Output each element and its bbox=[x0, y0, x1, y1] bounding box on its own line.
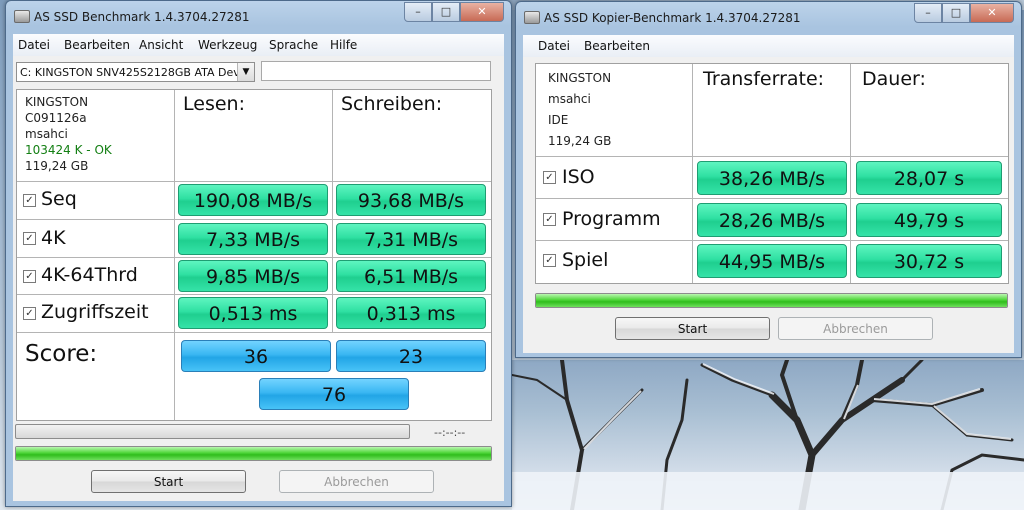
cancel-button[interactable]: Abbrechen bbox=[279, 470, 434, 493]
checkbox-checked-icon: ✓ bbox=[25, 233, 34, 244]
row-label-zugriffszeit: Zugriffszeit bbox=[41, 301, 149, 323]
copy-results-grid: KINGSTON msahci IDE 119,24 GB Transferra… bbox=[535, 63, 1009, 284]
copy-progress-bar bbox=[535, 293, 1008, 308]
row-label-4k64thrd: 4K-64Thrd bbox=[41, 264, 138, 286]
program-rate-value: 28,26 MB/s bbox=[697, 203, 847, 237]
elapsed-timer: --:--:-- bbox=[434, 426, 466, 439]
write-header: Schreiben: bbox=[341, 93, 443, 115]
close-button[interactable]: ✕ bbox=[460, 2, 504, 22]
4k64-checkbox[interactable]: ✓ bbox=[23, 270, 36, 283]
benchmark-client-area: Datei Bearbeiten Ansicht Werkzeug Sprach… bbox=[13, 34, 504, 501]
benchmark-titlebar[interactable]: AS SSD Benchmark 1.4.3704.27281 – □ ✕ bbox=[6, 1, 511, 29]
game-duration-value: 30,72 s bbox=[856, 244, 1002, 278]
menu-datei[interactable]: Datei bbox=[18, 38, 50, 52]
menu-bearbeiten[interactable]: Bearbeiten bbox=[64, 38, 130, 52]
checkbox-checked-icon: ✓ bbox=[25, 195, 34, 206]
checkbox-checked-icon: ✓ bbox=[545, 214, 554, 225]
transfer-rate-header: Transferrate: bbox=[703, 68, 825, 90]
start-button[interactable]: Start bbox=[615, 317, 770, 340]
drive-mode: IDE bbox=[548, 113, 569, 127]
window-title: AS SSD Benchmark 1.4.3704.27281 bbox=[34, 10, 250, 24]
menu-sprache[interactable]: Sprache bbox=[269, 38, 318, 52]
checkbox-checked-icon: ✓ bbox=[25, 308, 34, 319]
game-checkbox[interactable]: ✓ bbox=[543, 254, 556, 267]
checkbox-checked-icon: ✓ bbox=[545, 255, 554, 266]
seq-checkbox[interactable]: ✓ bbox=[23, 194, 36, 207]
drive-size: 119,24 GB bbox=[548, 134, 612, 148]
row-label-iso: ISO bbox=[562, 166, 595, 188]
total-score: 76 bbox=[259, 378, 409, 410]
seq-write-value: 93,68 MB/s bbox=[336, 184, 486, 216]
overall-progress-bar bbox=[15, 446, 492, 461]
drive-driver: msahci bbox=[548, 92, 591, 106]
maximize-button[interactable]: □ bbox=[942, 3, 970, 23]
access-time-read-value: 0,513 ms bbox=[178, 297, 328, 329]
menu-werkzeug[interactable]: Werkzeug bbox=[198, 38, 257, 52]
menu-datei[interactable]: Datei bbox=[538, 39, 570, 53]
drive-driver: msahci bbox=[25, 127, 68, 141]
cancel-button[interactable]: Abbrechen bbox=[778, 317, 933, 340]
drive-info: KINGSTON C091126a msahci 103424 K - OK 1… bbox=[25, 94, 112, 174]
drive-model: KINGSTON bbox=[25, 95, 89, 109]
benchmark-window: AS SSD Benchmark 1.4.3704.27281 – □ ✕ Da… bbox=[5, 0, 512, 507]
minimize-button[interactable]: – bbox=[914, 3, 942, 23]
checkbox-checked-icon: ✓ bbox=[545, 172, 554, 183]
winter-tree-wallpaper bbox=[512, 360, 1024, 510]
app-drive-icon bbox=[524, 11, 540, 24]
app-drive-icon bbox=[14, 10, 30, 23]
menu-bar: Datei Bearbeiten Ansicht Werkzeug Sprach… bbox=[13, 34, 504, 56]
copy-benchmark-window: AS SSD Kopier-Benchmark 1.4.3704.27281 –… bbox=[515, 1, 1022, 358]
menu-hilfe[interactable]: Hilfe bbox=[330, 38, 357, 52]
score-label: Score: bbox=[25, 341, 98, 367]
copy-progress-fill bbox=[536, 294, 1007, 307]
iso-duration-value: 28,07 s bbox=[856, 161, 1002, 195]
menu-bearbeiten[interactable]: Bearbeiten bbox=[584, 39, 650, 53]
access-time-checkbox[interactable]: ✓ bbox=[23, 307, 36, 320]
read-header: Lesen: bbox=[183, 93, 245, 115]
path-textbox[interactable] bbox=[261, 61, 491, 81]
4k-write-value: 7,31 MB/s bbox=[336, 223, 486, 255]
4k64-write-value: 6,51 MB/s bbox=[336, 260, 486, 292]
iso-checkbox[interactable]: ✓ bbox=[543, 171, 556, 184]
access-time-write-value: 0,313 ms bbox=[336, 297, 486, 329]
start-button[interactable]: Start bbox=[91, 470, 246, 493]
seq-read-value: 190,08 MB/s bbox=[178, 184, 328, 216]
alignment-status: 103424 K - OK bbox=[25, 143, 112, 157]
write-score: 23 bbox=[336, 340, 486, 372]
drive-select-value: C: KINGSTON SNV425S2128GB ATA Device bbox=[20, 66, 255, 79]
minimize-button[interactable]: – bbox=[404, 2, 432, 22]
4k-read-value: 7,33 MB/s bbox=[178, 223, 328, 255]
chevron-down-icon[interactable]: ▼ bbox=[237, 63, 254, 81]
row-label-seq: Seq bbox=[41, 188, 77, 210]
copy-benchmark-client-area: Datei Bearbeiten KINGSTON msahci IDE 119… bbox=[523, 35, 1014, 353]
drive-select[interactable]: C: KINGSTON SNV425S2128GB ATA Device ▼ bbox=[16, 62, 255, 82]
results-grid: KINGSTON C091126a msahci 103424 K - OK 1… bbox=[16, 89, 492, 421]
menu-bar: Datei Bearbeiten bbox=[523, 35, 1014, 57]
program-checkbox[interactable]: ✓ bbox=[543, 213, 556, 226]
checkbox-checked-icon: ✓ bbox=[25, 271, 34, 282]
4k64-read-value: 9,85 MB/s bbox=[178, 260, 328, 292]
close-button[interactable]: ✕ bbox=[970, 3, 1014, 23]
benchmark-progress-bar bbox=[15, 424, 410, 439]
maximize-button[interactable]: □ bbox=[432, 2, 460, 22]
4k-checkbox[interactable]: ✓ bbox=[23, 232, 36, 245]
drive-size: 119,24 GB bbox=[25, 159, 89, 173]
duration-header: Dauer: bbox=[862, 68, 926, 90]
row-label-programm: Programm bbox=[562, 208, 661, 230]
copy-benchmark-titlebar[interactable]: AS SSD Kopier-Benchmark 1.4.3704.27281 –… bbox=[516, 2, 1021, 30]
drive-firmware: C091126a bbox=[25, 111, 87, 125]
menu-ansicht[interactable]: Ansicht bbox=[139, 38, 183, 52]
row-label-4k: 4K bbox=[41, 227, 66, 249]
row-label-spiel: Spiel bbox=[562, 249, 609, 271]
read-score: 36 bbox=[181, 340, 331, 372]
program-duration-value: 49,79 s bbox=[856, 203, 1002, 237]
overall-progress-fill bbox=[16, 447, 491, 460]
game-rate-value: 44,95 MB/s bbox=[697, 244, 847, 278]
iso-rate-value: 38,26 MB/s bbox=[697, 161, 847, 195]
drive-model: KINGSTON bbox=[548, 71, 612, 85]
drive-info: KINGSTON msahci IDE 119,24 GB bbox=[548, 68, 611, 152]
window-title: AS SSD Kopier-Benchmark 1.4.3704.27281 bbox=[544, 11, 801, 25]
